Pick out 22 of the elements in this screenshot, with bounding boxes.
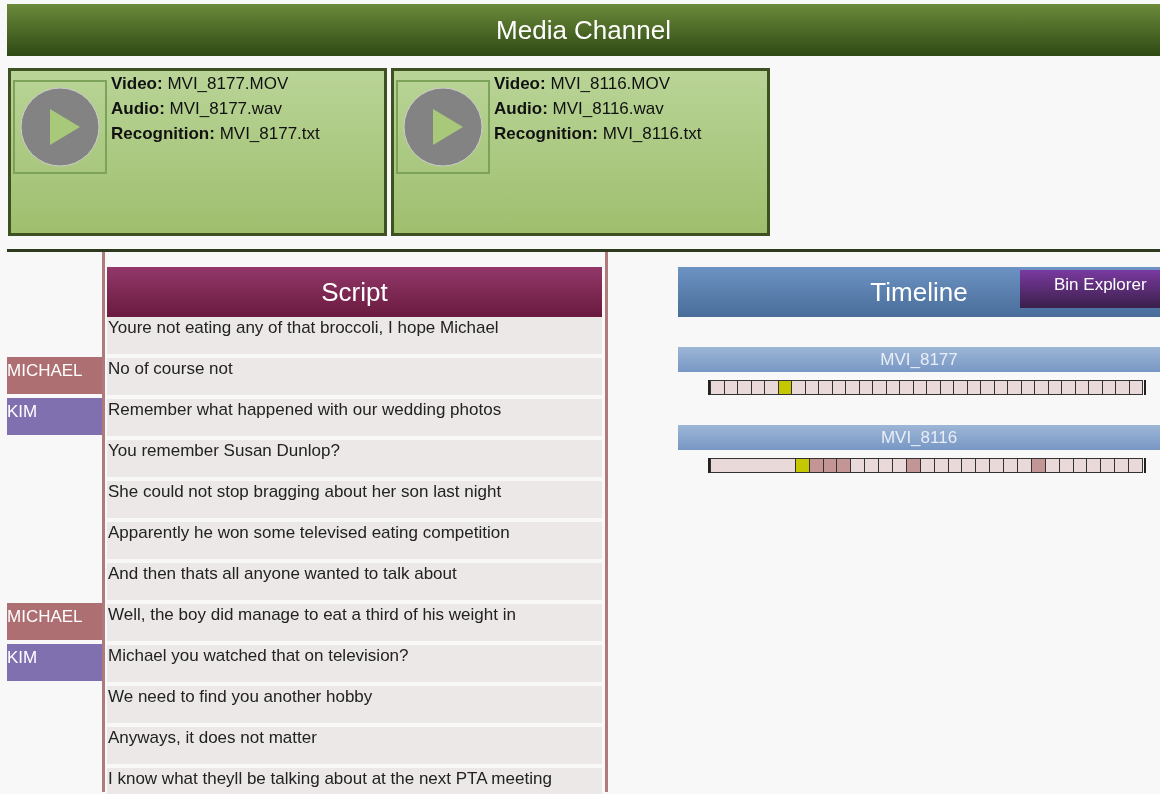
app-title: Media Channel (7, 4, 1160, 56)
track-label: MVI_8116 (678, 425, 1160, 450)
media-card[interactable]: Video: MVI_8116.MOV Audio: MVI_8116.wav Recognition: MVI_8116.txt (391, 68, 770, 236)
video-file: Video: MVI_8116.MOV (494, 73, 672, 95)
recognition-file: Recognition: MVI_8177.txt (111, 123, 320, 145)
script-header: Script (107, 267, 602, 317)
speaker-tag: MICHAEL (7, 603, 102, 640)
media-card[interactable]: Video: MVI_8177.MOV Audio: MVI_8177.wav Recognition: MVI_8177.txt (8, 68, 387, 236)
speaker-tag: KIM (7, 398, 102, 435)
track-label: MVI_8177 (678, 347, 1160, 372)
audio-file: Audio: MVI_8177.wav (111, 98, 283, 120)
recognition-file: Recognition: MVI_8116.txt (494, 123, 702, 145)
video-thumbnail[interactable] (13, 80, 107, 174)
video-thumbnail[interactable] (396, 80, 490, 174)
timeline-track[interactable] (708, 380, 1146, 395)
timeline-track[interactable] (708, 458, 1146, 473)
audio-file: Audio: MVI_8116.wav (494, 98, 665, 120)
speaker-tag: MICHAEL (7, 357, 102, 394)
video-file: Video: MVI_8177.MOV (111, 73, 290, 95)
speaker-tag: KIM (7, 644, 102, 681)
bin-explorer-button[interactable]: Bin Explorer (1020, 270, 1160, 308)
timeline-title: Timeline (870, 276, 968, 308)
